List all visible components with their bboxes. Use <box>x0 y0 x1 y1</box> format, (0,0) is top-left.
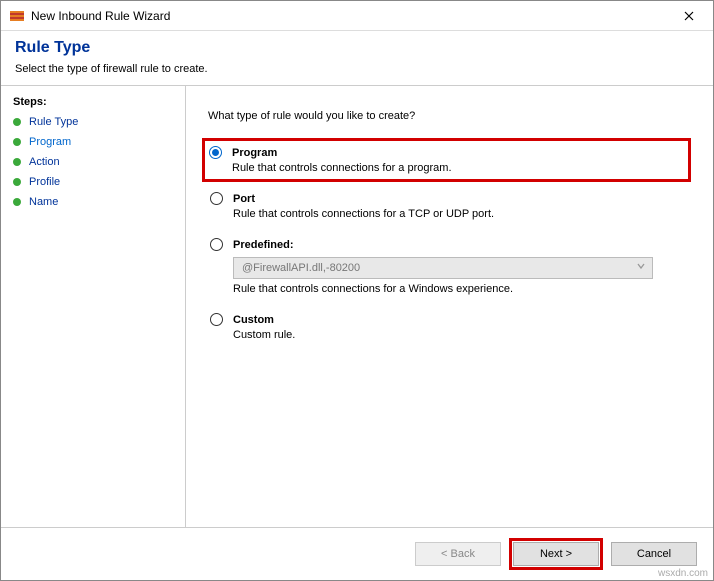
option-title: Predefined: <box>233 239 294 251</box>
close-button[interactable] <box>666 1 711 30</box>
body: Steps: Rule Type Program Action Profile … <box>1 86 713 527</box>
window-title: New Inbound Rule Wizard <box>31 9 666 23</box>
option-program[interactable]: Program Rule that controls connections f… <box>202 138 691 182</box>
radio-program[interactable] <box>209 146 222 159</box>
radio-predefined[interactable] <box>210 238 223 251</box>
bullet-icon <box>13 138 21 146</box>
step-label: Rule Type <box>29 116 78 128</box>
option-desc: Custom rule. <box>233 329 691 341</box>
step-action[interactable]: Action <box>13 156 173 168</box>
option-title: Custom <box>233 314 274 326</box>
next-button[interactable]: Next > <box>513 542 599 566</box>
step-name[interactable]: Name <box>13 196 173 208</box>
bullet-icon <box>13 118 21 126</box>
chevron-down-icon <box>636 261 646 274</box>
bullet-icon <box>13 178 21 186</box>
step-label: Action <box>29 156 60 168</box>
option-title: Port <box>233 193 255 205</box>
step-label: Program <box>29 136 71 148</box>
page-subtitle: Select the type of firewall rule to crea… <box>15 63 699 75</box>
steps-heading: Steps: <box>13 96 173 108</box>
question-text: What type of rule would you like to crea… <box>208 110 691 122</box>
page-title: Rule Type <box>15 39 699 57</box>
option-port[interactable]: Port Rule that controls connections for … <box>210 192 691 220</box>
cancel-button[interactable]: Cancel <box>611 542 697 566</box>
step-label: Name <box>29 196 58 208</box>
combobox-value: @FirewallAPI.dll,-80200 <box>242 262 360 274</box>
predefined-combobox[interactable]: @FirewallAPI.dll,-80200 <box>233 257 653 279</box>
options-group: Program Rule that controls connections f… <box>210 138 691 341</box>
option-desc: Rule that controls connections for a TCP… <box>233 208 691 220</box>
wizard-window: New Inbound Rule Wizard Rule Type Select… <box>0 0 714 581</box>
content-panel: What type of rule would you like to crea… <box>186 86 713 527</box>
titlebar: New Inbound Rule Wizard <box>1 1 713 31</box>
footer: < Back Next > Cancel <box>1 527 713 580</box>
option-predefined[interactable]: Predefined: @FirewallAPI.dll,-80200 Rule… <box>210 238 691 295</box>
firewall-icon <box>9 8 25 24</box>
steps-sidebar: Steps: Rule Type Program Action Profile … <box>1 86 185 527</box>
header: Rule Type Select the type of firewall ru… <box>1 31 713 85</box>
bullet-icon <box>13 198 21 206</box>
back-button[interactable]: < Back <box>415 542 501 566</box>
option-desc: Rule that controls connections for a Win… <box>233 283 691 295</box>
watermark: wsxdn.com <box>658 568 708 579</box>
radio-custom[interactable] <box>210 313 223 326</box>
step-label: Profile <box>29 176 60 188</box>
step-profile[interactable]: Profile <box>13 176 173 188</box>
option-custom[interactable]: Custom Custom rule. <box>210 313 691 341</box>
step-rule-type[interactable]: Rule Type <box>13 116 173 128</box>
radio-port[interactable] <box>210 192 223 205</box>
step-program[interactable]: Program <box>13 136 173 148</box>
option-title: Program <box>232 147 277 159</box>
next-highlight: Next > <box>509 538 603 570</box>
option-desc: Rule that controls connections for a pro… <box>232 162 684 174</box>
bullet-icon <box>13 158 21 166</box>
